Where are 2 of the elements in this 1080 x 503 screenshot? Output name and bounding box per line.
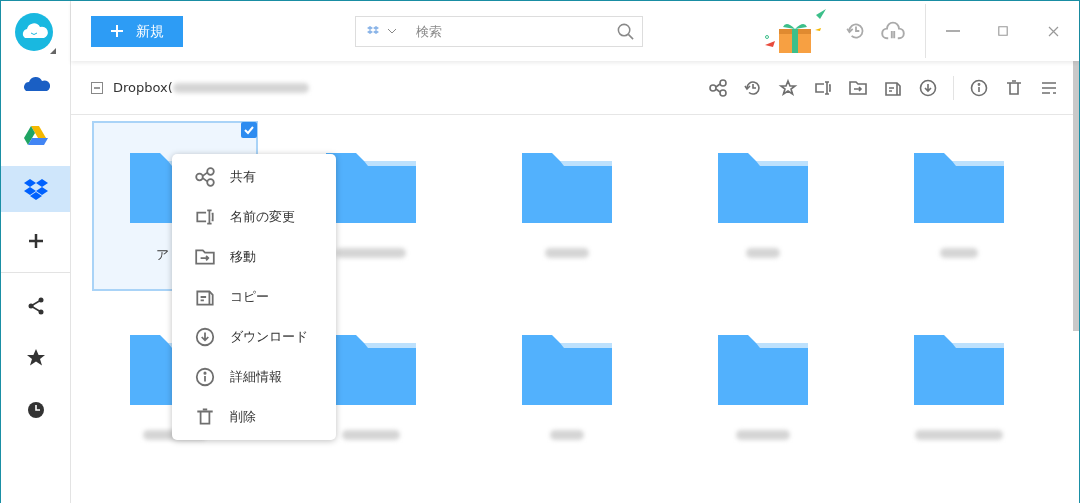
folder-name: ア xyxy=(155,246,169,261)
account-label: Dropbox( xyxy=(113,78,173,97)
